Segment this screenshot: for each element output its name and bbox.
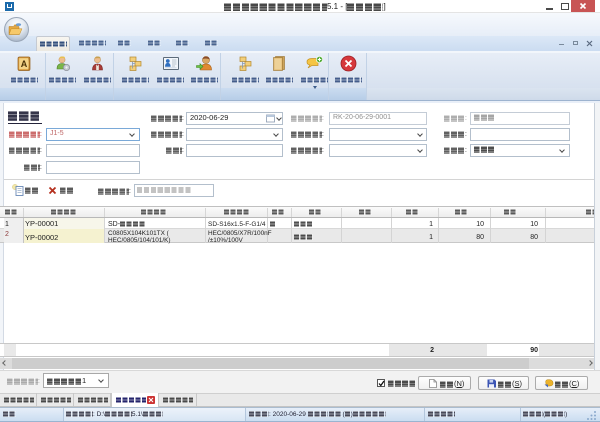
svg-text:A: A bbox=[21, 59, 28, 69]
